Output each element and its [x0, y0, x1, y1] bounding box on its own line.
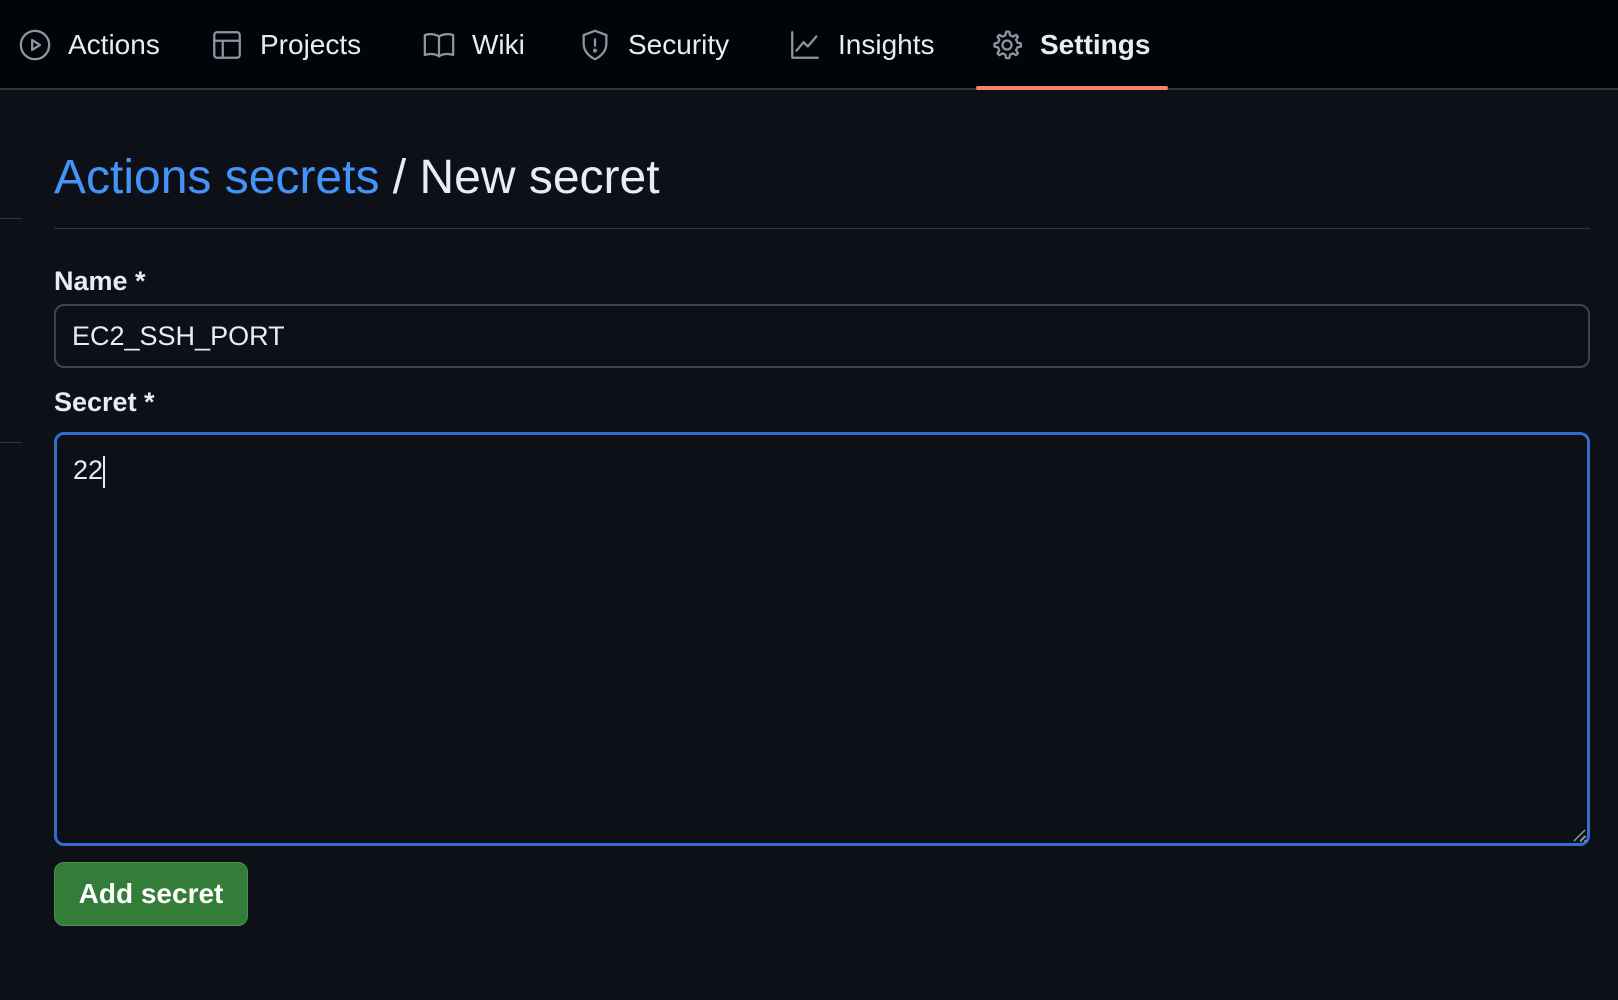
- resize-handle-icon[interactable]: [1572, 828, 1586, 842]
- repo-nav: Actions Projects Wiki Security Insights …: [0, 0, 1618, 90]
- nav-item-label: Security: [628, 29, 730, 60]
- table-icon: [210, 28, 244, 62]
- nav-item-label: Settings: [1040, 29, 1151, 60]
- sidebar-divider: [0, 442, 22, 443]
- name-label: Name *: [54, 266, 146, 296]
- add-secret-button[interactable]: Add secret: [54, 862, 248, 926]
- nav-item-security[interactable]: Security: [578, 0, 729, 90]
- breadcrumb-separator: /: [392, 151, 407, 204]
- nav-item-label: Actions: [68, 29, 160, 60]
- nav-item-label: Wiki: [472, 29, 525, 60]
- nav-item-actions[interactable]: Actions: [18, 0, 160, 90]
- sidebar-divider: [0, 218, 22, 219]
- gear-icon: [990, 28, 1024, 62]
- nav-item-label: Insights: [838, 29, 935, 60]
- nav-item-label: Projects: [260, 29, 362, 60]
- nav-item-projects[interactable]: Projects: [210, 0, 361, 90]
- secret-label: Secret *: [54, 387, 155, 417]
- secret-name-input[interactable]: [54, 304, 1590, 368]
- shield-icon: [578, 28, 612, 62]
- breadcrumb: Actions secrets / New secret: [54, 148, 660, 208]
- text-caret: [103, 456, 105, 488]
- page-title: New secret: [419, 151, 660, 204]
- graph-icon: [788, 28, 822, 62]
- breadcrumb-link-actions-secrets[interactable]: Actions secrets: [54, 151, 379, 204]
- book-icon: [422, 28, 456, 62]
- nav-item-settings[interactable]: Settings: [990, 0, 1150, 90]
- nav-item-insights[interactable]: Insights: [788, 0, 935, 90]
- active-tab-indicator: [976, 86, 1168, 90]
- secret-value-textarea[interactable]: 22: [54, 432, 1590, 846]
- title-divider: [54, 228, 1590, 229]
- nav-item-wiki[interactable]: Wiki: [422, 0, 525, 90]
- play-icon: [18, 28, 52, 62]
